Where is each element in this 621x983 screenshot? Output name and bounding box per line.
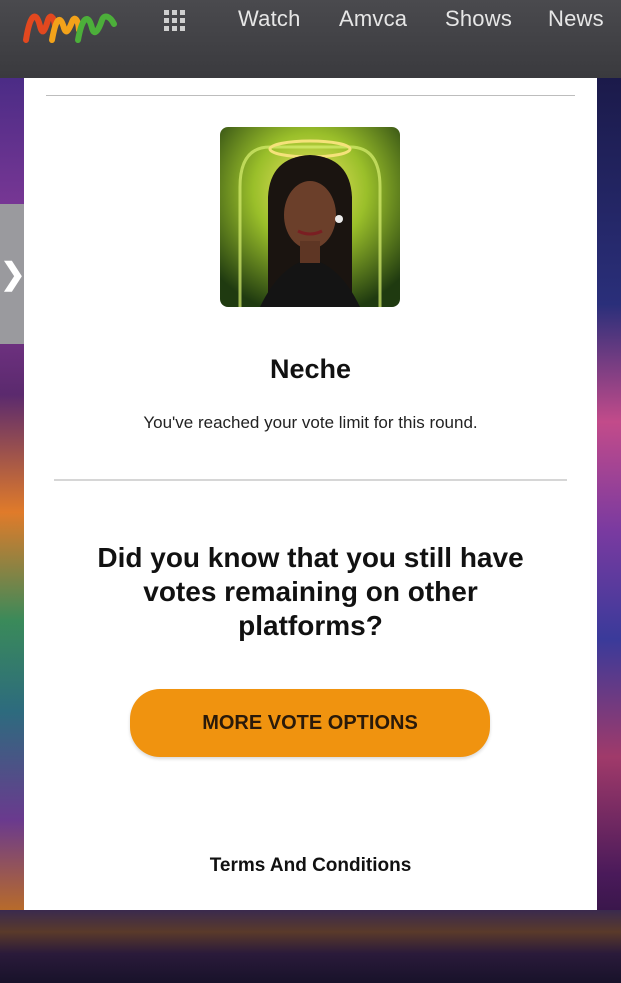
divider [54, 479, 567, 481]
nav-amvca[interactable]: Amvca [339, 6, 407, 32]
apps-grid-icon[interactable] [164, 10, 186, 32]
vote-limit-message: You've reached your vote limit for this … [143, 413, 478, 432]
contestant-name: Neche [269, 354, 352, 384]
background-bottom-art [0, 910, 621, 983]
nav-watch[interactable]: Watch [238, 6, 301, 32]
nav-news[interactable]: News [548, 6, 604, 32]
more-vote-options-button[interactable]: MORE VOTE OPTIONS [130, 689, 490, 757]
divider [46, 95, 575, 96]
other-platforms-prompt: Did you know that you still have votes r… [97, 542, 524, 641]
chevron-right-icon: ❯ [0, 257, 26, 291]
top-navigation-bar: Watch Amvca Shows News [0, 0, 621, 78]
nav-shows[interactable]: Shows [445, 6, 512, 32]
vote-result-card: Neche You've reached your vote limit for… [24, 78, 597, 910]
africa-magic-logo[interactable] [22, 4, 120, 44]
background-right-art [597, 78, 621, 983]
contestant-photo [220, 127, 400, 307]
terms-link[interactable]: Terms And Conditions [24, 855, 597, 877]
